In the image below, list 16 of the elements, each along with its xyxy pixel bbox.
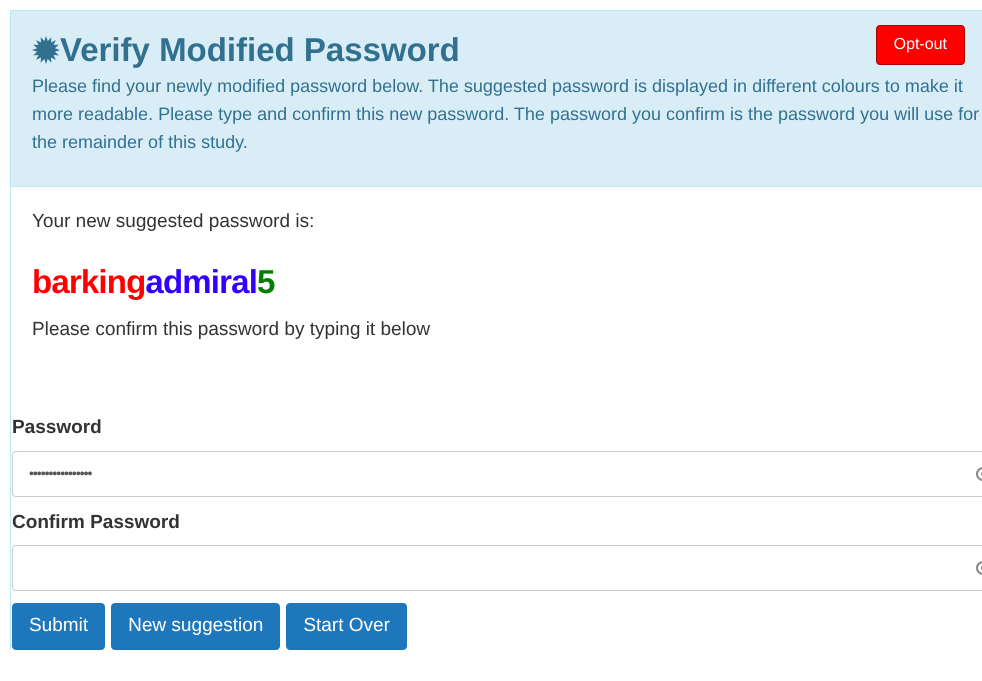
- intro-text: Your new suggested password is:: [32, 210, 316, 234]
- starburst-icon: [32, 36, 60, 64]
- password-field[interactable]: [12, 545, 982, 591]
- password-field[interactable]: ••••••••••••••••: [12, 450, 982, 496]
- field-label: Password: [12, 416, 103, 440]
- form-button[interactable]: Submit: [12, 603, 106, 650]
- opt-out-button[interactable]: Opt-out: [876, 25, 965, 65]
- password-part: 5: [257, 264, 275, 298]
- page-title: Verify Modified Password: [60, 33, 460, 66]
- instruction-text: Please confirm this password by typing it below: [32, 318, 432, 342]
- form-button[interactable]: Start Over: [286, 603, 407, 650]
- description-text: Please find your newly modified password below. The suggested password is displayed in different colours to make it more readable. Please type and confirm this new password. The password you confirm is the password you will use for the remainder of this study.: [32, 75, 980, 154]
- field-label: Confirm Password: [12, 510, 181, 534]
- password-part: admiral: [145, 264, 258, 298]
- password-part: barking: [32, 264, 146, 298]
- form-button[interactable]: New suggestion: [111, 603, 280, 650]
